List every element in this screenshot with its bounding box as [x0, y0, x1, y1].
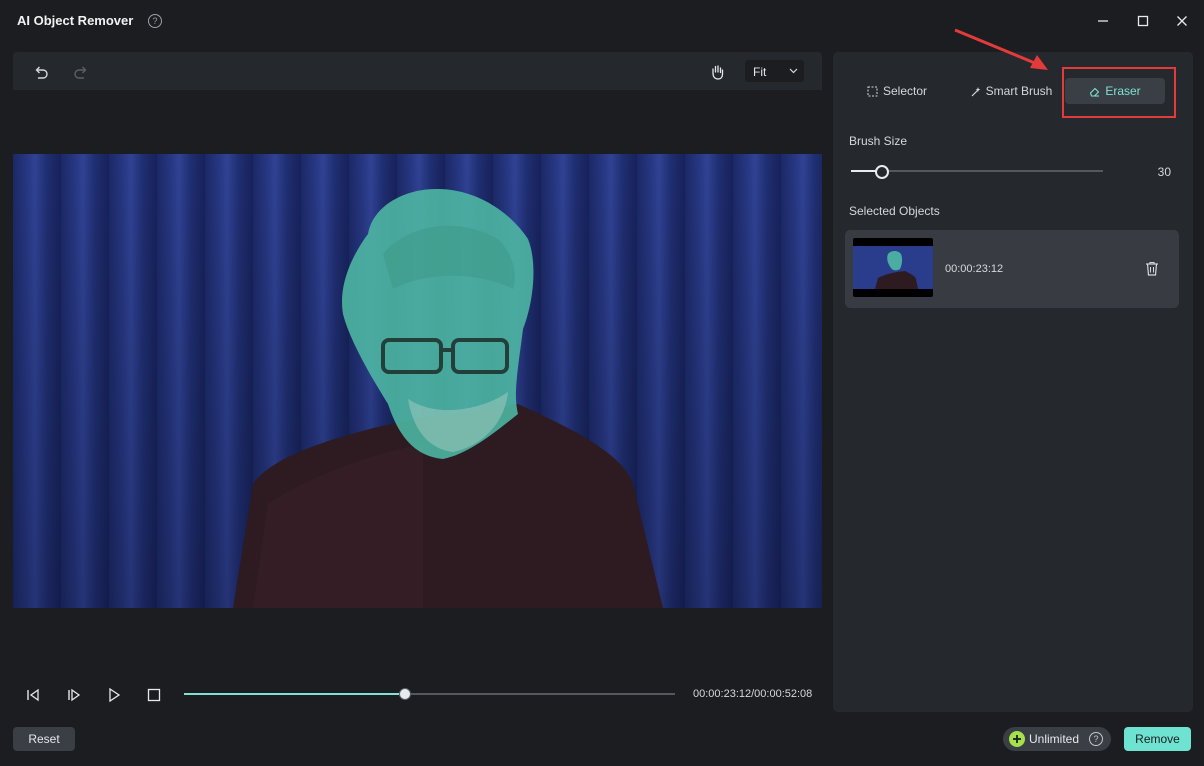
- annotation-arrow: [954, 28, 1048, 70]
- undo-icon: [35, 66, 48, 79]
- plus-glyph: [1013, 735, 1021, 743]
- thumbnail-image: [853, 246, 933, 289]
- zoom-select[interactable]: Fit: [745, 60, 804, 82]
- redo-icon: [74, 66, 87, 79]
- timecode: 00:00:23:12/00:00:52:08: [693, 688, 813, 700]
- selected-object-item[interactable]: 00:00:23:12: [845, 230, 1179, 308]
- close-icon: [1177, 16, 1187, 26]
- preview-panel: Fit 00:00:23:12/00:00:52:08: [13, 52, 822, 712]
- hand-icon: [712, 65, 724, 80]
- pan-hand-button[interactable]: [706, 61, 728, 83]
- timeline-progress: [184, 693, 405, 695]
- stop-button[interactable]: [144, 685, 164, 705]
- selected-objects-label: Selected Objects: [849, 204, 940, 218]
- object-thumbnail: [853, 238, 933, 297]
- tab-selector[interactable]: Selector: [845, 78, 949, 104]
- timeline-playhead[interactable]: [398, 688, 411, 700]
- highlight-box: [1062, 67, 1176, 118]
- step-back-icon: [27, 688, 39, 702]
- remove-button[interactable]: Remove: [1124, 727, 1191, 751]
- help-icon[interactable]: ?: [148, 14, 162, 28]
- brush-size-label: Brush Size: [849, 134, 908, 148]
- unlimited-label: Unlimited: [1029, 732, 1080, 746]
- undo-button[interactable]: [30, 61, 52, 83]
- chevron-down-icon: [789, 68, 798, 74]
- video-scene: [233, 188, 663, 608]
- prev-frame-button[interactable]: [23, 685, 43, 705]
- timeline-scrubber[interactable]: [184, 688, 675, 700]
- brush-size-knob[interactable]: [875, 165, 890, 179]
- play-button[interactable]: [104, 685, 124, 705]
- dashed-square-icon: [867, 86, 878, 96]
- close-button[interactable]: [1170, 9, 1194, 33]
- minimize-icon: [1098, 20, 1108, 22]
- brush-size-value: 30: [1157, 165, 1171, 179]
- minimize-button[interactable]: [1091, 9, 1115, 33]
- tab-smart-brush-label: Smart Brush: [985, 84, 1053, 98]
- help-icon[interactable]: ?: [1089, 732, 1103, 746]
- next-frame-button[interactable]: [64, 685, 84, 705]
- preview-toolbar: Fit: [13, 52, 822, 90]
- tool-panel: Selector Smart Brush Eraser Brush Size 3…: [833, 52, 1193, 712]
- step-forward-icon: [68, 688, 81, 702]
- reset-button[interactable]: Reset: [13, 727, 75, 751]
- tab-selector-label: Selector: [882, 84, 928, 98]
- play-icon: [109, 687, 121, 703]
- zoom-select-value: Fit: [753, 65, 767, 79]
- playback-controls: 00:00:23:12/00:00:52:08: [13, 682, 822, 708]
- brush-size-slider[interactable]: [851, 165, 1103, 179]
- object-timestamp: 00:00:23:12: [945, 263, 1004, 275]
- maximize-button[interactable]: [1131, 9, 1155, 33]
- plus-icon: [1009, 731, 1025, 747]
- maximize-icon: [1137, 15, 1149, 27]
- trash-icon: [1146, 261, 1158, 276]
- window-title: AI Object Remover: [17, 13, 134, 28]
- video-frame[interactable]: [13, 154, 822, 608]
- unlimited-badge[interactable]: Unlimited ?: [1003, 727, 1111, 751]
- stop-icon: [147, 688, 161, 702]
- redo-button[interactable]: [70, 61, 92, 83]
- delete-object-button[interactable]: [1143, 259, 1161, 277]
- smart-brush-icon: [971, 86, 981, 96]
